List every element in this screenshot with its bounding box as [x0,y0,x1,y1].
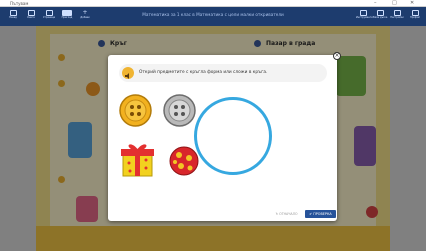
minimize-button[interactable]: – [374,0,377,7]
back-tool[interactable]: Назад [6,10,20,20]
yellow-button-item[interactable] [119,94,152,127]
task-instruction-bar: Открий предметите с кръгла форма или сло… [119,64,327,82]
book-tool[interactable]: Книга [24,10,38,20]
close-window-button[interactable]: ✕ [410,0,414,7]
book-heading: Математика за 1 клас в Математика с цели… [142,12,284,17]
window-titlebar: Пътувам – □ ✕ [0,0,426,7]
grid-tool-label: Преглед [61,16,73,19]
settings-tool[interactable]: Настройки [390,10,404,20]
maximize-button[interactable]: □ [392,0,397,7]
add-tool-label: Добави [80,16,90,19]
red-ball-item[interactable] [169,146,199,176]
main-toolbar: Назад Книга Страница Преглед + Добави Ма… [0,7,426,26]
user-tool[interactable]: Профил [408,10,422,20]
check-button[interactable]: ✔ ПРОВЕРКА [305,210,336,218]
page-tool[interactable]: Страница [42,10,56,20]
back-tool-label: Назад [9,16,17,19]
drop-target-circle[interactable] [194,97,272,175]
settings-tool-label: Настройки [390,16,404,19]
page-tool-label: Страница [42,16,56,19]
user-tool-label: Профил [410,16,420,19]
window-title: Пътувам [10,1,29,6]
speaker-icon[interactable] [122,67,134,79]
grid-tool[interactable]: Преглед [60,10,74,20]
reset-button[interactable]: ↻ ОТНАЧАЛО [272,210,301,218]
close-modal-button[interactable]: × [333,52,341,60]
add-tool[interactable]: + Добави [78,10,92,20]
tools-tool-label: Инструменти [356,16,373,19]
board-tool[interactable]: Бяла дъска [373,10,387,20]
gray-button-item[interactable] [163,94,196,127]
tools-tool[interactable]: Инструменти [356,10,373,20]
exercise-modal: × Открий предметите с кръгла форма или с… [108,52,341,221]
task-instruction: Открий предметите с кръгла форма или сло… [139,70,268,75]
board-tool-label: Бяла дъска [373,16,388,19]
gift-box-item[interactable] [121,141,154,177]
book-tool-label: Книга [27,16,35,19]
